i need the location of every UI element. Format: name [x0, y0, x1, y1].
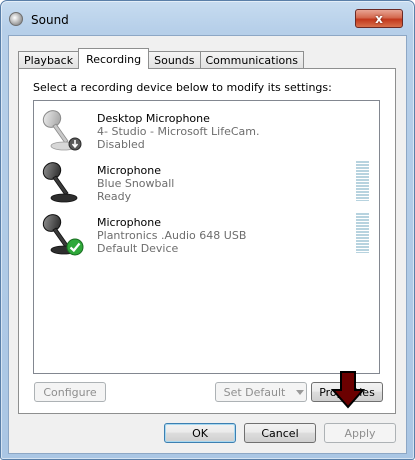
device-status: Default Device — [97, 242, 179, 255]
device-name: Microphone — [97, 216, 162, 229]
device-name: Desktop Microphone — [97, 112, 210, 125]
down-arrow-icon — [330, 371, 366, 409]
window-title: Sound — [31, 13, 69, 27]
instruction-text: Select a recording device below to modif… — [33, 81, 332, 94]
microphone-icon — [42, 162, 78, 203]
tab-strip: Playback Recording Sounds Communications — [18, 47, 304, 69]
level-meter — [356, 213, 369, 253]
set-default-button[interactable]: Set Default — [215, 382, 294, 402]
tab-recording[interactable]: Recording — [78, 48, 150, 69]
set-default-dropdown[interactable] — [293, 382, 307, 402]
tab-playback[interactable]: Playback — [18, 51, 80, 69]
title-bar[interactable]: Sound x — [1, 1, 414, 35]
sound-dialog-window: Sound x Playback Recording Sounds Commun… — [0, 0, 415, 460]
dialog-body: Playback Recording Sounds Communications… — [8, 35, 407, 454]
configure-button[interactable]: Configure — [34, 382, 106, 402]
recording-tab-panel: Select a recording device below to modif… — [18, 68, 396, 414]
device-status: Disabled — [97, 138, 145, 151]
device-description: 4- Studio - Microsoft LifeCam. — [97, 125, 260, 138]
disabled-badge-icon — [68, 137, 82, 151]
tab-communications[interactable]: Communications — [199, 51, 304, 69]
close-icon: x — [375, 11, 383, 26]
device-description: Plantronics .Audio 648 USB — [97, 229, 247, 242]
tab-sounds[interactable]: Sounds — [148, 51, 201, 69]
device-row-plantronics[interactable]: Microphone Plantronics .Audio 648 USB De… — [34, 210, 379, 262]
recording-device-list[interactable]: Desktop Microphone 4- Studio - Microsoft… — [33, 100, 380, 374]
device-row-desktop-microphone[interactable]: Desktop Microphone 4- Studio - Microsoft… — [34, 106, 379, 158]
cancel-button[interactable]: Cancel — [244, 423, 316, 443]
device-row-blue-snowball[interactable]: Microphone Blue Snowball Ready — [34, 158, 379, 210]
close-button[interactable]: x — [355, 9, 403, 28]
device-description: Blue Snowball — [97, 177, 175, 190]
level-meter — [356, 161, 369, 201]
speaker-app-icon — [9, 12, 23, 26]
default-check-icon — [66, 238, 84, 256]
chevron-down-icon — [295, 389, 304, 395]
apply-button[interactable]: Apply — [324, 423, 396, 443]
device-name: Microphone — [97, 164, 162, 177]
ok-button[interactable]: OK — [164, 423, 236, 443]
device-status: Ready — [97, 190, 132, 203]
